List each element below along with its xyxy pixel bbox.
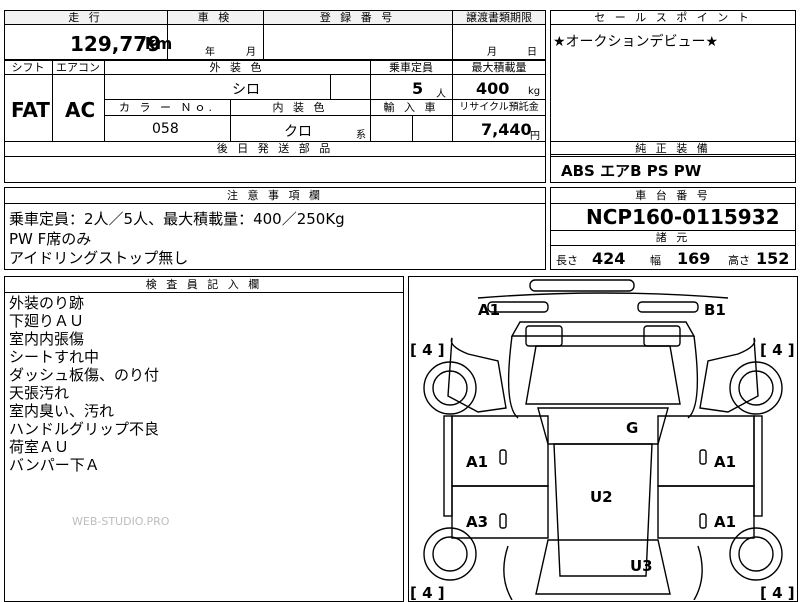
import-header: 輸 入 車 [383,101,439,114]
mark-a1-left: A1 [466,453,488,471]
tire-rear-left: [ 4 ] [410,584,445,600]
transfer-day-label: 日 [527,47,537,58]
inspector-line: バンパー下Ａ [9,456,100,474]
inspector-line: 外装のり跡 [9,294,85,312]
chassis-value: NCP160-0115932 [586,205,780,229]
mark-u3: U3 [630,557,653,575]
width-label: 幅 [650,254,661,267]
chassis-header: 車 台 番 号 [635,189,711,202]
inspector-line: ダッシュ板傷、のり付 [9,366,160,384]
ac-value: AC [65,98,96,122]
tire-front-left: [ 4 ] [410,341,445,359]
equipment-header: 純 正 装 備 [635,142,711,155]
color-no-header: カ ラ ー Ｎｏ. [119,101,215,114]
mark-u2: U2 [590,488,613,506]
note-line-2: PW F席のみ [9,230,92,248]
tire-rear-right: [ 4 ] [760,584,795,600]
inspector-header: 検 査 員 記 入 欄 [145,278,263,291]
interior-color-header: 内 装 色 [272,101,328,114]
inspection-header: 車 検 [197,11,233,24]
capacity-value: 5 [412,79,424,98]
watermark: WEB-STUDIO.PRO [72,515,170,528]
mark-b1-top-right: B1 [704,301,726,319]
max-load-unit: kg [528,86,541,97]
capacity-unit: 人 [436,89,446,100]
note-line-3: アイドリングストップ無し [9,249,189,267]
shift-value: FAT [11,98,50,122]
transfer-month-label: 月 [487,47,497,58]
inspector-line: ハンドルグリップ不良 [9,420,160,438]
max-load-value: 400 [476,79,510,98]
width-value: 169 [677,249,711,268]
interior-color-value: クロ [284,124,312,140]
registration-header: 登 録 番 号 [319,11,396,24]
recycle-header: リサイクル預託金 [459,102,539,113]
dims-header: 諸 元 [655,231,691,244]
sales-point-header: セ ー ル ス ポ イ ン ト [594,11,752,24]
note-line-1: 乗車定員：2人／5人、最大積載量：400／250Kg [9,210,345,228]
car-diagram: [ 4 ] [ 4 ] [ 4 ] [ 4 ] A1 B1 G A1 A1 U2… [410,279,795,600]
inspector-line: 天張汚れ [9,384,70,402]
mileage-unit: km [145,34,173,53]
inspector-line: 下廻りＡＵ [9,312,85,330]
shift-header: シフト [11,61,45,74]
mark-a1-right: A1 [714,453,736,471]
inspector-line: 室内内張傷 [9,330,85,348]
recycle-unit: 円 [530,131,540,142]
transfer-deadline-header: 譲渡書類期限 [466,11,532,24]
mark-a3-left: A3 [466,513,488,531]
mark-g: G [626,419,638,437]
inspection-month-label: 月 [246,47,256,58]
inspector-notes-list: 外装のり跡 下廻りＡＵ 室内内張傷 シートすれ中 ダッシュ板傷、のり付 天張汚れ… [9,294,159,474]
mark-a1-right-lower: A1 [714,513,736,531]
tire-front-right: [ 4 ] [760,341,795,359]
notes-header: 注 意 事 項 欄 [227,189,323,202]
max-load-header: 最大積載量 [471,61,527,74]
mileage-header: 走 行 [68,11,103,24]
inspector-line: 室内臭い、汚れ [9,402,115,420]
exterior-color-header: 外 装 色 [209,61,265,74]
mark-a1-top-left: A1 [478,301,500,319]
equipment-value: ABS エアB PS PW [561,162,702,180]
sales-point-text: ★オークションデビュー★ [553,34,719,50]
interior-color-suffix: 系 [356,130,366,141]
exterior-color-value: シロ [232,82,260,98]
recycle-value: 7,440 [481,120,532,139]
length-value: 424 [592,249,626,268]
capacity-header: 乗車定員 [389,61,433,74]
ac-header: エアコン [56,61,100,74]
inspection-year-label: 年 [205,47,215,58]
inspector-line: シートすれ中 [9,348,100,366]
height-value: 152 [756,249,790,268]
inspector-line: 荷室ＡＵ [9,438,70,456]
color-no-value: 058 [152,121,179,137]
later-parts-header: 後 日 発 送 部 品 [216,142,334,155]
length-label: 長さ [556,254,578,267]
height-label: 高さ [728,254,750,267]
